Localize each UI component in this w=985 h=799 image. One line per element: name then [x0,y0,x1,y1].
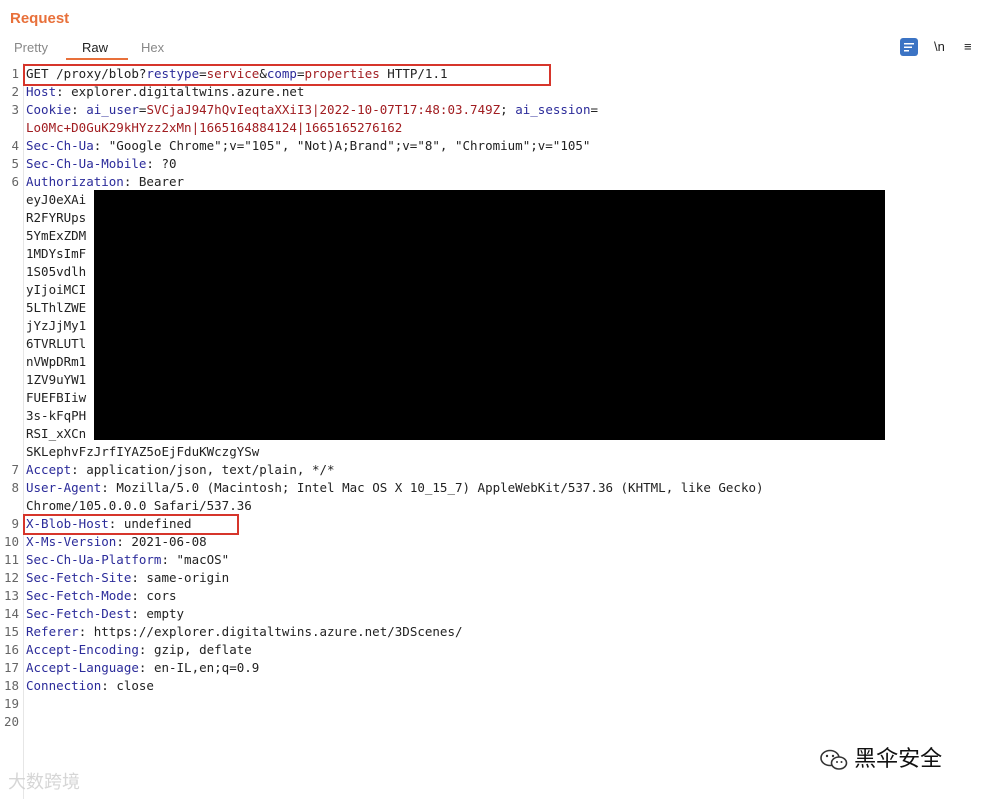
line-number: 4 [11,138,19,153]
code-line: Sec-Fetch-Mode: cors [26,587,177,605]
watermark-right-text: 黑伞安全 [854,746,943,771]
header-name: Sec-Ch-Ua [26,138,94,153]
header-name: X-Ms-Version [26,534,117,549]
show-newlines-toggle[interactable]: \n [934,38,945,56]
code-text: Chrome/105.0.0.0 Safari/537.36 [26,498,252,513]
code-text: = [590,102,599,117]
highlight-x-blob-host [23,514,239,535]
code-line: Sec-Ch-Ua-Platform: "macOS" [26,551,229,569]
code-text: : explorer.digitaltwins.azure.net [56,84,305,99]
header-name: Sec-Ch-Ua-Mobile [26,156,147,171]
tab-raw[interactable]: Raw [82,38,108,58]
panel-title: Request [10,10,70,27]
code-line: Referer: https://explorer.digitaltwins.a… [26,623,463,641]
line-number: 6 [11,174,19,189]
line-number: 13 [3,588,19,603]
code-text: : gzip, deflate [138,642,252,657]
active-tab-indicator [66,58,128,60]
code-text: : 2021-06-08 [116,534,207,549]
line-number: 1 [11,66,19,81]
line-number: 9 [11,516,19,531]
param-value: SVCjaJ947hQvIeqtaXXiI3|2022-10-07T17:48:… [146,102,501,117]
code-line: Sec-Fetch-Dest: empty [26,605,184,623]
line-number: 8 [11,480,19,495]
code-text: ; [500,102,516,117]
code-text: : ?0 [146,156,177,171]
header-name: Sec-Ch-Ua-Platform [26,552,162,567]
header-name: User-Agent [26,480,102,495]
param-value: Lo0Mc+D0GuK29kHYzz2xMn|1665164884124|166… [26,120,403,135]
header-name: Sec-Fetch-Mode [26,588,132,603]
watermark-right: 黑伞安全 [820,741,942,773]
param-name: ai_user [86,102,139,117]
line-number: 15 [3,624,19,639]
watermark-left-text: 大数跨境 [8,772,80,792]
code-text: : https://explorer.digitaltwins.azure.ne… [78,624,463,639]
code-line: Authorization: Bearer [26,173,184,191]
redaction-block [94,190,885,440]
line-number: 2 [11,84,19,99]
header-name: Connection [26,678,102,693]
header-name: Sec-Fetch-Site [26,570,132,585]
line-number: 19 [3,696,19,711]
watermark-left: 大数跨境 [8,768,80,794]
code-text: : en-IL,en;q=0.9 [138,660,260,675]
code-text: : application/json, text/plain, */* [71,462,335,477]
code-line: Sec-Fetch-Site: same-origin [26,569,229,587]
code-text: : "Google Chrome";v="105", "Not)A;Brand"… [93,138,591,153]
code-line: User-Agent: Mozilla/5.0 (Macintosh; Inte… [26,479,764,497]
code-line: Sec-Ch-Ua: "Google Chrome";v="105", "Not… [26,137,590,155]
line-number: 7 [11,462,19,477]
code-text: : "macOS" [161,552,230,567]
code-line: Cookie: ai_user = SVCjaJ947hQvIeqtaXXiI3|2… [26,101,598,119]
code-line: Connection: close [26,677,154,695]
line-number: 3 [11,102,19,117]
code-text: : same-origin [131,570,230,585]
header-name: Accept-Language [26,660,139,675]
code-line: Chrome/105.0.0.0 Safari/537.36 [26,497,252,515]
code-line: Lo0Mc+D0GuK29kHYzz2xMn|1665164884124|166… [26,119,402,137]
header-name: Accept-Encoding [26,642,139,657]
view-tabs: Pretty Raw Hex [0,38,985,60]
wechat-icon [820,749,848,770]
code-text: : [71,102,87,117]
code-text: : cors [131,588,177,603]
word-wrap-toggle[interactable] [900,38,918,56]
code-text: : Bearer [123,174,185,189]
code-text: : Mozilla/5.0 (Macintosh; Intel Mac OS X… [101,480,764,495]
line-number: 14 [3,606,19,621]
code-line: Accept-Encoding: gzip, deflate [26,641,252,659]
header-name: Referer [26,624,79,639]
code-text: SKLephvFzJrfIYAZ5oEjFduKWczgYSw [26,444,260,459]
line-number: 16 [3,642,19,657]
code-text: : close [101,678,154,693]
code-line: Accept-Language: en-IL,en;q=0.9 [26,659,259,677]
header-name: Authorization [26,174,124,189]
line-number: 12 [3,570,19,585]
tab-hex[interactable]: Hex [141,38,164,58]
line-number: 5 [11,156,19,171]
code-line: X-Ms-Version: 2021-06-08 [26,533,207,551]
tab-pretty[interactable]: Pretty [14,38,48,58]
header-name: Sec-Fetch-Dest [26,606,132,621]
param-name: ai_session [515,102,591,117]
header-name: Cookie [26,102,72,117]
wrap-lines-icon [904,43,914,52]
menu-icon[interactable]: ≡ [964,38,972,56]
header-name: Accept [26,462,72,477]
code-line: Accept: application/json, text/plain, */… [26,461,335,479]
code-line: SKLephvFzJrfIYAZ5oEjFduKWczgYSw [26,443,259,461]
line-number: 11 [3,552,19,567]
code-line: Sec-Ch-Ua-Mobile: ?0 [26,155,177,173]
header-name: Host [26,84,57,99]
highlight-request-line [23,64,551,86]
line-number: 17 [3,660,19,675]
line-number: 18 [3,678,19,693]
code-text: : empty [131,606,185,621]
line-number: 10 [3,534,19,549]
line-number: 20 [3,714,19,729]
